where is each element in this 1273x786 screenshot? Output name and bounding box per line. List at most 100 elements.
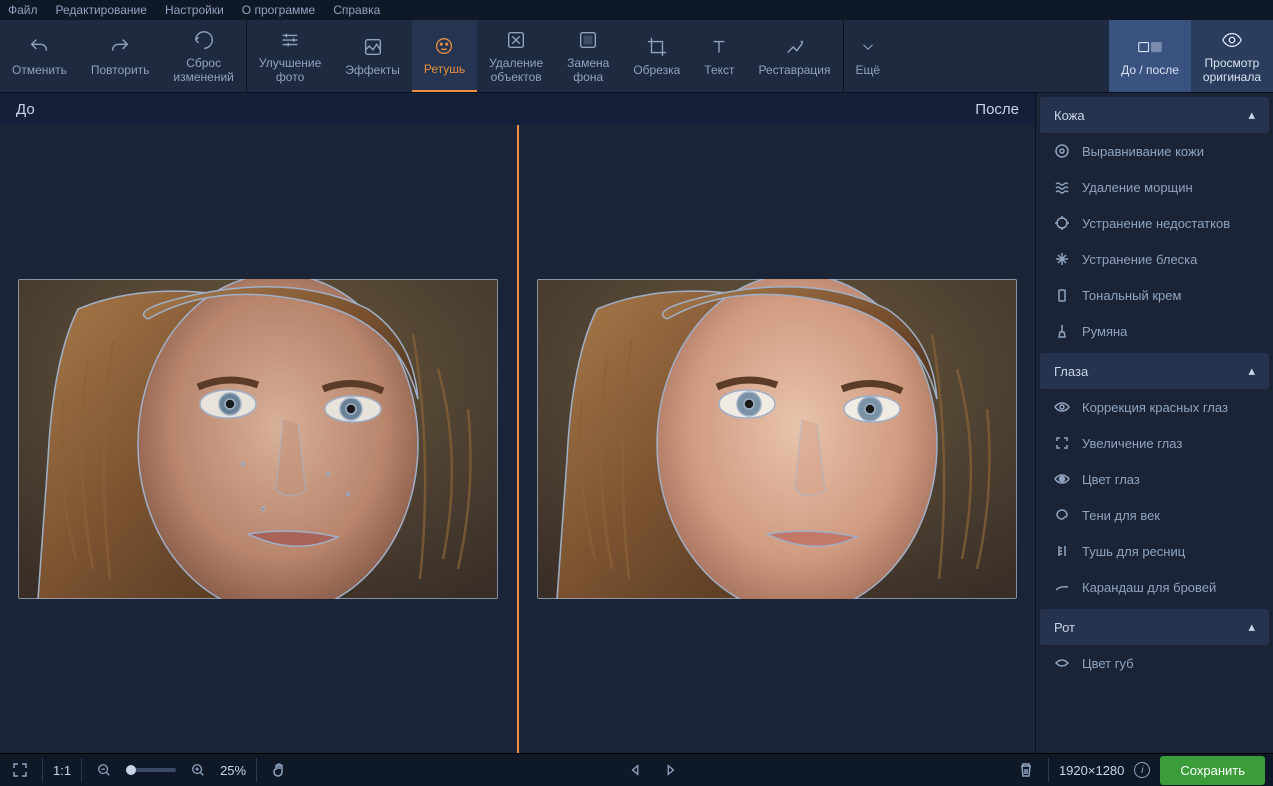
- before-label: До: [16, 101, 35, 118]
- tool-wrinkle-removal[interactable]: Удаление морщин: [1040, 169, 1269, 205]
- next-button[interactable]: [658, 758, 682, 782]
- skin-title: Кожа: [1054, 108, 1085, 123]
- palette-icon: [1054, 507, 1070, 523]
- item-label: Удаление морщин: [1082, 180, 1193, 195]
- face-icon: [432, 34, 456, 58]
- undo-button[interactable]: Отменить: [0, 20, 79, 92]
- mascara-icon: [1054, 543, 1070, 559]
- menu-help[interactable]: Справка: [333, 3, 380, 17]
- lips-icon: [1054, 655, 1070, 671]
- before-after-header: До После: [0, 93, 1035, 125]
- menu-about[interactable]: О программе: [242, 3, 315, 17]
- tool-blush[interactable]: Румяна: [1040, 313, 1269, 349]
- item-label: Тональный крем: [1082, 288, 1181, 303]
- after-label: После: [975, 101, 1019, 118]
- restore-label: Реставрация: [759, 63, 831, 77]
- fullscreen-button[interactable]: [8, 758, 32, 782]
- panel-section-mouth[interactable]: Рот ▴: [1040, 609, 1269, 645]
- restore-button[interactable]: Реставрация: [747, 20, 843, 92]
- tool-blemish-removal[interactable]: Устранение недостатков: [1040, 205, 1269, 241]
- menu-edit[interactable]: Редактирование: [56, 3, 147, 17]
- collapse-icon: ▴: [1248, 107, 1255, 123]
- sliders-icon: [278, 28, 302, 52]
- retouch-label: Ретушь: [424, 62, 465, 76]
- save-button[interactable]: Сохранить: [1160, 756, 1265, 785]
- panel-section-skin[interactable]: Кожа ▴: [1040, 97, 1269, 133]
- zoom-in-button[interactable]: [186, 758, 210, 782]
- menu-settings[interactable]: Настройки: [165, 3, 224, 17]
- item-label: Тени для век: [1082, 508, 1160, 523]
- text-icon: [707, 35, 731, 59]
- enhance-button[interactable]: Улучшение фото: [247, 20, 333, 92]
- compare-icon: [1138, 35, 1162, 59]
- effects-icon: [361, 35, 385, 59]
- item-label: Коррекция красных глаз: [1082, 400, 1228, 415]
- sparkle-icon: [1054, 251, 1070, 267]
- enhance-label: Улучшение фото: [259, 56, 321, 84]
- before-after-button[interactable]: До / после: [1109, 20, 1191, 92]
- tool-eye-enlarge[interactable]: Увеличение глаз: [1040, 425, 1269, 461]
- retouch-button[interactable]: Ретушь: [412, 20, 477, 92]
- item-label: Устранение блеска: [1082, 252, 1197, 267]
- hand-tool-button[interactable]: [267, 758, 291, 782]
- tool-skin-smoothing[interactable]: Выравнивание кожи: [1040, 133, 1269, 169]
- tool-mascara[interactable]: Тушь для ресниц: [1040, 533, 1269, 569]
- redo-icon: [108, 35, 132, 59]
- remove-objects-label: Удаление объектов: [489, 56, 543, 84]
- footer: 1:1 25% 1920×1280 i Сохранить: [0, 753, 1273, 786]
- after-pane[interactable]: [519, 125, 1036, 753]
- restore-icon: [783, 35, 807, 59]
- text-label: Текст: [704, 63, 734, 77]
- info-button[interactable]: i: [1134, 762, 1150, 778]
- tool-lip-color[interactable]: Цвет губ: [1040, 645, 1269, 681]
- zoom-slider[interactable]: [126, 768, 176, 772]
- zoom-value: 25%: [220, 763, 246, 778]
- image-dimensions: 1920×1280: [1059, 763, 1124, 778]
- menubar: Файл Редактирование Настройки О программ…: [0, 0, 1273, 20]
- collapse-icon: ▴: [1248, 363, 1255, 379]
- zoom-actual-button[interactable]: 1:1: [53, 763, 71, 778]
- before-pane[interactable]: [0, 125, 517, 753]
- more-button[interactable]: Ещё: [844, 20, 893, 92]
- remove-objects-button[interactable]: Удаление объектов: [477, 20, 555, 92]
- item-label: Устранение недостатков: [1082, 216, 1230, 231]
- brush-icon: [1054, 323, 1070, 339]
- eye-icon: [1220, 28, 1244, 52]
- tube-icon: [1054, 287, 1070, 303]
- replace-bg-label: Замена фона: [567, 56, 609, 84]
- item-label: Тушь для ресниц: [1082, 544, 1185, 559]
- remove-icon: [504, 28, 528, 52]
- eye-icon: [1054, 399, 1070, 415]
- prev-button[interactable]: [624, 758, 648, 782]
- chevron-down-icon: [856, 35, 880, 59]
- tool-eyeshadow[interactable]: Тени для век: [1040, 497, 1269, 533]
- compare-view: [0, 125, 1035, 753]
- undo-label: Отменить: [12, 63, 67, 77]
- collapse-icon: ▴: [1248, 619, 1255, 635]
- before-after-label: До / после: [1121, 63, 1179, 77]
- zoom-out-button[interactable]: [92, 758, 116, 782]
- tool-shine-removal[interactable]: Устранение блеска: [1040, 241, 1269, 277]
- tool-red-eye[interactable]: Коррекция красных глаз: [1040, 389, 1269, 425]
- item-label: Цвет глаз: [1082, 472, 1140, 487]
- replace-bg-button[interactable]: Замена фона: [555, 20, 621, 92]
- text-button[interactable]: Текст: [692, 20, 746, 92]
- effects-button[interactable]: Эффекты: [333, 20, 412, 92]
- tool-eye-color[interactable]: Цвет глаз: [1040, 461, 1269, 497]
- reset-button[interactable]: Сброс изменений: [161, 20, 245, 92]
- redo-label: Повторить: [91, 63, 150, 77]
- eye-color-icon: [1054, 471, 1070, 487]
- tool-eyebrow-pencil[interactable]: Карандаш для бровей: [1040, 569, 1269, 605]
- undo-icon: [27, 35, 51, 59]
- panel-section-eyes[interactable]: Глаза ▴: [1040, 353, 1269, 389]
- pencil-icon: [1054, 579, 1070, 595]
- crop-button[interactable]: Обрезка: [621, 20, 692, 92]
- item-label: Румяна: [1082, 324, 1127, 339]
- tool-foundation[interactable]: Тональный крем: [1040, 277, 1269, 313]
- retouch-panel: Кожа ▴ Выравнивание кожи Удаление морщин…: [1035, 93, 1273, 753]
- view-original-button[interactable]: Просмотр оригинала: [1191, 20, 1273, 92]
- delete-button[interactable]: [1014, 758, 1038, 782]
- redo-button[interactable]: Повторить: [79, 20, 162, 92]
- menu-file[interactable]: Файл: [8, 3, 38, 17]
- canvas-area: До После: [0, 93, 1035, 753]
